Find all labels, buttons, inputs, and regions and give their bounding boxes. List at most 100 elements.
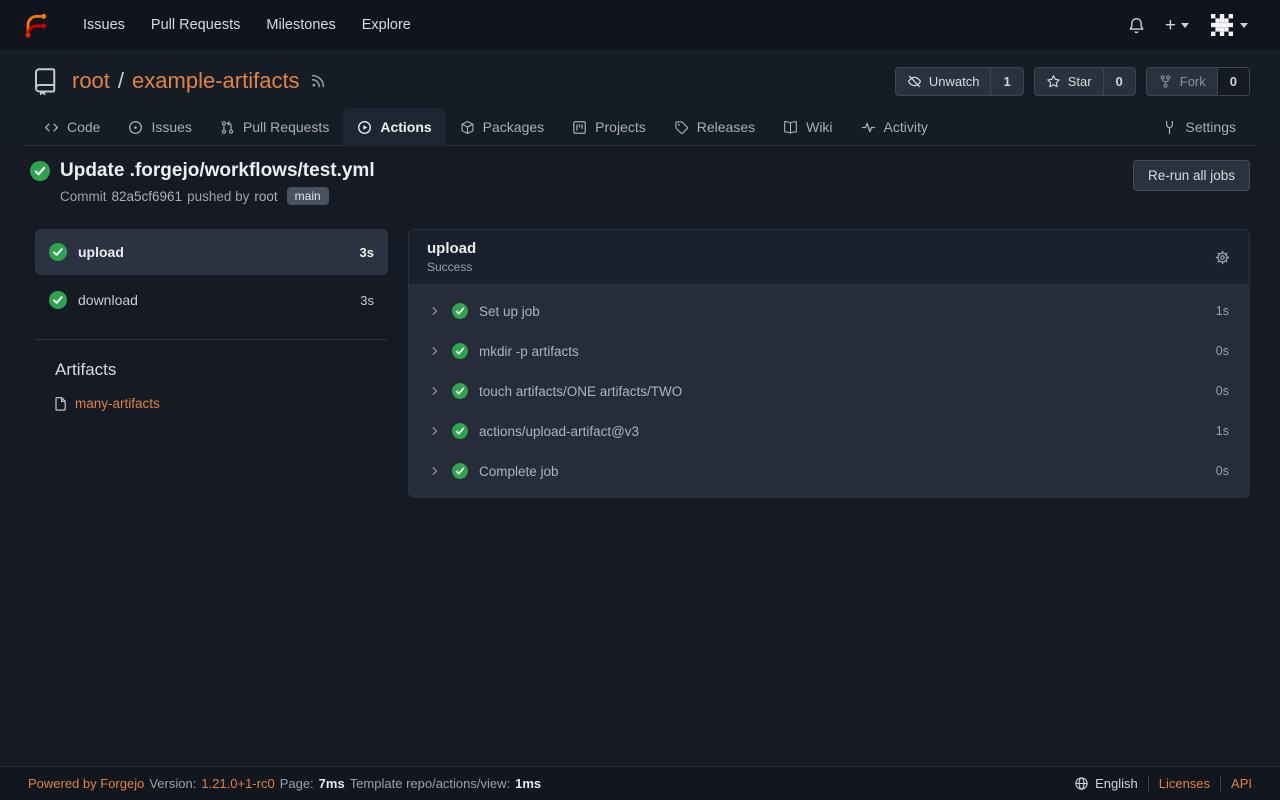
step-name: actions/upload-artifact@v3 <box>479 424 639 439</box>
eye-slash-icon <box>907 74 922 89</box>
star-label: Star <box>1068 74 1092 89</box>
tab-packages[interactable]: Packages <box>446 108 558 146</box>
tab-actions[interactable]: Actions <box>343 108 445 146</box>
step-row-set-up-job[interactable]: Set up job 1s <box>409 291 1249 331</box>
watchers-count[interactable]: 1 <box>990 68 1022 95</box>
tab-activity[interactable]: Activity <box>847 108 942 146</box>
step-name: Set up job <box>479 304 540 319</box>
tab-wiki[interactable]: Wiki <box>769 108 846 146</box>
chevron-right-icon <box>429 465 441 477</box>
job-steps-list: Set up job 1s mkdir -p artifacts 0s <box>409 285 1249 497</box>
step-row-upload-artifact[interactable]: actions/upload-artifact@v3 1s <box>409 411 1249 451</box>
tab-code[interactable]: Code <box>30 108 114 146</box>
success-check-icon <box>452 423 468 439</box>
unwatch-button[interactable]: Unwatch 1 <box>895 67 1024 96</box>
create-new-button[interactable]: + <box>1155 10 1199 41</box>
footer-divider <box>1148 776 1149 791</box>
step-name: touch artifacts/ONE artifacts/TWO <box>479 384 682 399</box>
template-time-label: Template repo/actions/view: <box>350 776 510 791</box>
step-row-mkdir[interactable]: mkdir -p artifacts 0s <box>409 331 1249 371</box>
pulse-icon <box>861 120 876 135</box>
api-link[interactable]: API <box>1231 776 1252 791</box>
page-time-label: Page: <box>280 776 314 791</box>
commit-author-link[interactable]: root <box>254 189 277 204</box>
stars-count[interactable]: 0 <box>1103 68 1135 95</box>
footer-divider <box>1220 776 1221 791</box>
file-icon <box>53 396 68 411</box>
artifact-name: many-artifacts <box>75 396 160 411</box>
tab-wiki-label: Wiki <box>806 119 832 135</box>
tab-issues[interactable]: Issues <box>114 108 205 146</box>
tab-activity-label: Activity <box>884 119 928 135</box>
fork-label: Fork <box>1180 74 1206 89</box>
star-button-main[interactable]: Star <box>1035 68 1103 95</box>
job-item-upload[interactable]: upload 3s <box>35 229 388 275</box>
step-row-touch[interactable]: touch artifacts/ONE artifacts/TWO 0s <box>409 371 1249 411</box>
repo-owner-link[interactable]: root <box>72 68 110 94</box>
powered-by-link[interactable]: Powered by Forgejo <box>28 776 144 791</box>
tab-code-label: Code <box>67 119 100 135</box>
git-pull-request-icon <box>220 120 235 135</box>
job-item-download[interactable]: download 3s <box>35 277 388 323</box>
unwatch-button-main[interactable]: Unwatch <box>896 68 991 95</box>
repo-tab-bar: Code Issues Pull Requests Act <box>24 108 1256 146</box>
chevron-down-icon <box>1240 23 1248 28</box>
issue-opened-icon <box>128 120 143 135</box>
rss-feed-button[interactable] <box>310 73 326 89</box>
nav-link-milestones[interactable]: Milestones <box>253 9 348 41</box>
nav-link-issues[interactable]: Issues <box>70 9 138 41</box>
top-navbar: Issues Pull Requests Milestones Explore … <box>0 0 1280 50</box>
version-label: Version: <box>149 776 196 791</box>
user-avatar <box>1209 12 1235 38</box>
footer-meta: Powered by Forgejo Version: 1.21.0+1-rc0… <box>28 776 541 791</box>
notifications-button[interactable] <box>1118 11 1155 40</box>
licenses-link[interactable]: Licenses <box>1159 776 1210 791</box>
actions-run-view: Update .forgejo/workflows/test.yml Commi… <box>0 146 1280 498</box>
play-circle-icon <box>357 120 372 135</box>
commit-label: Commit <box>60 189 107 204</box>
tab-settings[interactable]: Settings <box>1148 108 1250 146</box>
step-duration: 1s <box>1216 304 1229 318</box>
job-options-button[interactable] <box>1214 249 1231 266</box>
job-name: upload <box>78 244 124 260</box>
job-duration: 3s <box>360 293 374 308</box>
language-selector[interactable]: English <box>1074 776 1138 791</box>
user-menu-button[interactable] <box>1199 6 1258 44</box>
fork-button[interactable]: Fork 0 <box>1146 67 1250 96</box>
star-button[interactable]: Star 0 <box>1034 67 1136 96</box>
job-detail-name: upload <box>427 240 476 257</box>
repo-header: root / example-artifacts Unwatch 1 <box>0 50 1280 146</box>
project-board-icon <box>572 120 587 135</box>
job-detail-title-block: upload Success <box>427 240 476 274</box>
run-title-block: Update .forgejo/workflows/test.yml Commi… <box>30 160 375 205</box>
language-label: English <box>1095 776 1138 791</box>
rerun-all-jobs-button[interactable]: Re-run all jobs <box>1133 160 1250 191</box>
tab-packages-label: Packages <box>483 119 544 135</box>
repo-breadcrumb: root / example-artifacts <box>72 68 300 94</box>
commit-sha-link[interactable]: 82a5cf6961 <box>112 189 183 204</box>
fork-button-main: Fork <box>1147 68 1217 95</box>
repo-icon <box>30 66 60 96</box>
tab-pull-requests[interactable]: Pull Requests <box>206 108 343 146</box>
run-columns: upload 3s download 3s Artifacts many-art… <box>30 229 1250 498</box>
tab-releases[interactable]: Releases <box>660 108 769 146</box>
success-check-icon <box>452 463 468 479</box>
page-time-value: 7ms <box>319 776 345 791</box>
tools-icon <box>1162 120 1177 135</box>
unwatch-label: Unwatch <box>929 74 980 89</box>
version-link[interactable]: 1.21.0+1-rc0 <box>201 776 274 791</box>
step-name: Complete job <box>479 464 559 479</box>
forks-count[interactable]: 0 <box>1217 68 1249 95</box>
branch-badge[interactable]: main <box>287 187 329 205</box>
nav-link-explore[interactable]: Explore <box>349 9 424 41</box>
repo-name-link[interactable]: example-artifacts <box>132 68 300 94</box>
run-title: Update .forgejo/workflows/test.yml <box>60 160 375 182</box>
job-detail-panel: upload Success <box>408 229 1250 498</box>
page-footer: Powered by Forgejo Version: 1.21.0+1-rc0… <box>0 766 1280 800</box>
artifact-link-many-artifacts[interactable]: many-artifacts <box>35 396 388 411</box>
forgejo-logo[interactable] <box>22 11 50 39</box>
footer-links: English Licenses API <box>1074 776 1252 791</box>
step-row-complete-job[interactable]: Complete job 0s <box>409 451 1249 491</box>
nav-link-pull-requests[interactable]: Pull Requests <box>138 9 253 41</box>
tab-projects[interactable]: Projects <box>558 108 660 146</box>
